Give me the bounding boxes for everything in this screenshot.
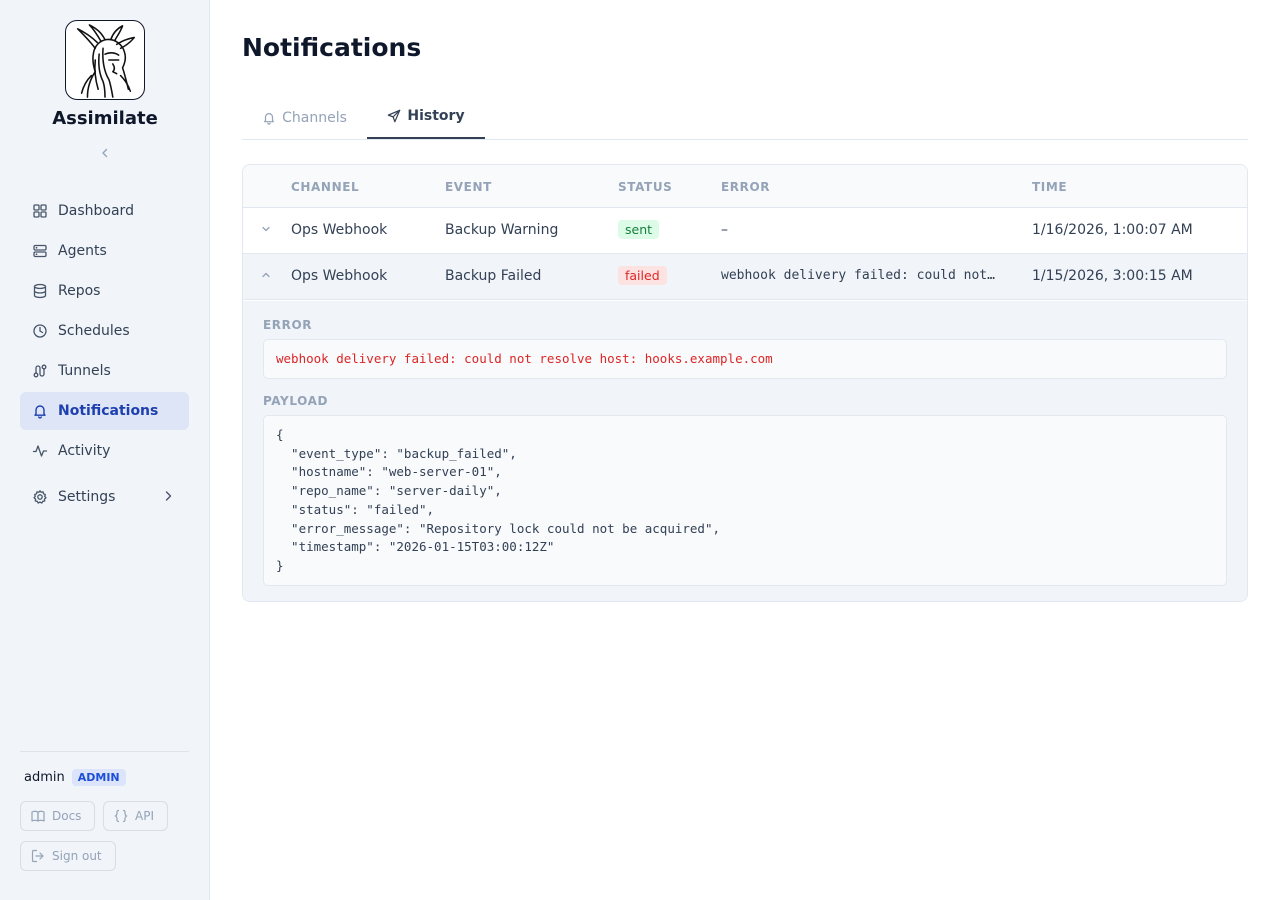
api-label: API	[135, 809, 154, 823]
sidebar: Assimilate Dashboard Agents Repos Schedu…	[0, 0, 210, 900]
detail-error-label: ERROR	[263, 318, 313, 332]
bell-icon	[32, 403, 48, 419]
row-error: –	[721, 222, 728, 238]
detail-payload-json: { "event_type": "backup_failed", "hostna…	[263, 415, 1227, 586]
activity-icon	[32, 443, 48, 459]
row-time: 1/16/2026, 1:00:07 AM	[1032, 222, 1193, 238]
sidebar-item-label: Schedules	[58, 323, 130, 339]
collapse-chevron-up-icon[interactable]	[260, 269, 274, 283]
role-badge: ADMIN	[71, 769, 126, 786]
sidebar-item-agents[interactable]: Agents	[20, 232, 189, 270]
table-row[interactable]: Ops Webhook Backup Warning sent – 1/16/2…	[243, 208, 1247, 254]
sidebar-item-label: Repos	[58, 283, 101, 299]
sidebar-item-dashboard[interactable]: Dashboard	[20, 192, 189, 230]
tab-bar: Channels History	[242, 95, 1248, 140]
row-time: 1/15/2026, 3:00:15 AM	[1032, 268, 1193, 284]
username: admin	[24, 770, 65, 785]
tab-label: Channels	[282, 109, 347, 126]
sidebar-item-repos[interactable]: Repos	[20, 272, 189, 310]
book-icon	[31, 809, 45, 823]
send-icon	[387, 109, 401, 123]
database-icon	[32, 283, 48, 299]
row-status: sent	[618, 220, 660, 239]
table-row[interactable]: Ops Webhook Backup Failed failed webhook…	[243, 254, 1247, 300]
expand-chevron-down-icon[interactable]	[260, 223, 274, 237]
sidebar-item-label: Dashboard	[58, 203, 134, 219]
server-icon	[32, 243, 48, 259]
user-info: admin ADMIN	[24, 769, 126, 786]
row-detail-panel: ERROR webhook delivery failed: could not…	[243, 301, 1247, 601]
sidebar-item-label: Activity	[58, 443, 111, 459]
row-error: webhook delivery failed: could not…	[721, 268, 995, 283]
sidebar-item-activity[interactable]: Activity	[20, 432, 189, 470]
api-button[interactable]: API	[103, 801, 168, 831]
column-header-event: EVENT	[445, 180, 492, 194]
sidebar-item-label: Tunnels	[58, 363, 111, 379]
page-title: Notifications	[242, 33, 422, 62]
sidebar-item-settings[interactable]: Settings	[20, 478, 189, 516]
sidebar-footer: admin ADMIN Docs API Sign out	[20, 751, 189, 871]
detail-error-message: webhook delivery failed: could not resol…	[263, 339, 1227, 379]
gear-icon	[32, 489, 48, 505]
column-header-error: ERROR	[721, 180, 771, 194]
grid-icon	[32, 203, 48, 219]
collapse-sidebar-button[interactable]	[95, 143, 115, 163]
sidebar-item-label: Agents	[58, 243, 107, 259]
row-channel: Ops Webhook	[291, 222, 388, 238]
app-name: Assimilate	[52, 108, 158, 129]
sign-out-label: Sign out	[52, 849, 102, 863]
logout-icon	[31, 849, 45, 863]
sidebar-item-notifications[interactable]: Notifications	[20, 392, 189, 430]
clock-icon	[32, 323, 48, 339]
chevron-left-icon	[102, 148, 108, 158]
row-status: failed	[618, 266, 667, 285]
alien-head-logo-icon	[76, 24, 136, 98]
bell-icon	[262, 111, 276, 125]
sidebar-item-label: Notifications	[58, 403, 159, 419]
status-badge: sent	[618, 220, 660, 239]
sidebar-item-label: Settings	[58, 489, 116, 505]
tab-channels[interactable]: Channels	[242, 95, 367, 140]
tab-history[interactable]: History	[367, 95, 485, 139]
tab-label: History	[407, 108, 465, 124]
column-header-status: STATUS	[618, 180, 673, 194]
detail-payload-label: PAYLOAD	[263, 394, 329, 408]
sidebar-nav: Dashboard Agents Repos Schedules Tunnels…	[20, 192, 189, 518]
tunnel-route-icon	[32, 363, 48, 379]
table-header: CHANNEL EVENT STATUS ERROR TIME	[243, 165, 1247, 208]
row-event: Backup Failed	[445, 268, 542, 284]
docs-label: Docs	[52, 809, 82, 823]
sign-out-button[interactable]: Sign out	[20, 841, 116, 871]
status-badge: failed	[618, 266, 667, 285]
column-header-time: TIME	[1032, 180, 1068, 194]
row-event: Backup Warning	[445, 222, 559, 238]
notification-history-table: CHANNEL EVENT STATUS ERROR TIME Ops Webh…	[242, 164, 1248, 602]
braces-icon	[114, 809, 128, 823]
app-logo[interactable]	[65, 20, 145, 100]
column-header-channel: CHANNEL	[291, 180, 360, 194]
sidebar-item-tunnels[interactable]: Tunnels	[20, 352, 189, 390]
row-channel: Ops Webhook	[291, 268, 388, 284]
sidebar-item-schedules[interactable]: Schedules	[20, 312, 189, 350]
docs-button[interactable]: Docs	[20, 801, 95, 831]
chevron-right-icon	[161, 489, 175, 503]
